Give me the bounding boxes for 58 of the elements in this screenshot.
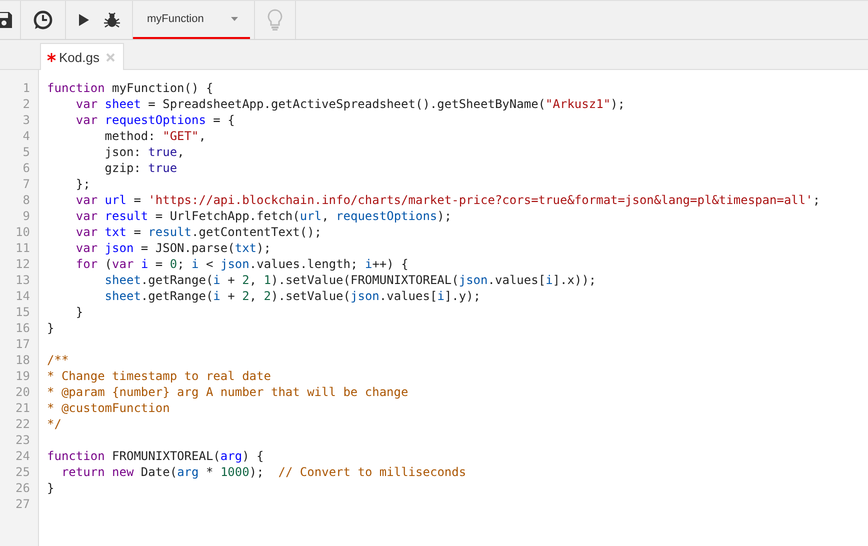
code-line: }; — [74, 177, 90, 191]
bug-icon[interactable] — [104, 12, 120, 28]
line-number: 25 — [14, 464, 31, 480]
file-tab[interactable]: Kod.gs — [40, 43, 124, 70]
code-line: } — [74, 305, 84, 319]
line-number: 2 — [22, 96, 31, 112]
code-line: } — [47, 321, 54, 335]
line-number: 15 — [14, 304, 31, 320]
code-line: var json = JSON.parse(txt); — [74, 241, 271, 255]
code-line: gzip: true — [104, 161, 178, 175]
code-line: } — [47, 481, 54, 495]
line-number: 6 — [22, 160, 31, 176]
code-line: function myFunction() { — [47, 81, 214, 95]
save-icon[interactable] — [0, 11, 13, 29]
unsaved-icon — [47, 52, 56, 62]
code-line: var txt = result.getContentText(); — [74, 225, 322, 239]
code-line: * Change timestamp to real date — [47, 369, 271, 383]
code-line: * @customFunction — [47, 401, 170, 415]
line-number: 20 — [14, 384, 31, 400]
clock-icon[interactable] — [33, 10, 53, 30]
line-number: 19 — [14, 368, 31, 384]
line-number: 12 — [14, 256, 31, 272]
line-number: 11 — [14, 240, 31, 256]
line-number: 26 — [14, 480, 31, 496]
line-number: 4 — [22, 128, 31, 144]
line-number: 5 — [22, 144, 31, 160]
code-line: */ — [47, 417, 62, 431]
line-number: 1 — [22, 80, 31, 96]
code-line: method: "GET", — [104, 129, 206, 143]
line-number: 23 — [14, 432, 31, 448]
code-line: var url = 'https://api.blockchain.info/charts/market-price?cors=true&format=json&lang=pl&timespan=all'; — [74, 193, 820, 207]
line-number: 9 — [22, 208, 31, 224]
line-number: 7 — [22, 176, 31, 192]
code-line: sheet.getRange(i + 2, 2).setValue(json.values[i].y); — [104, 289, 481, 303]
line-number: 22 — [14, 416, 31, 432]
line-number: 21 — [14, 400, 31, 416]
code-line: var sheet = SpreadsheetApp.getActiveSpreadsheet().getSheetByName("Arkusz1"); — [74, 97, 625, 111]
line-number: 16 — [14, 320, 31, 336]
code-line: for (var i = 0; i < json.values.length; i++) { — [74, 257, 408, 271]
line-number: 27 — [14, 496, 31, 512]
line-number: 3 — [22, 112, 31, 128]
code-line: function FROMUNIXTOREAL(arg) { — [47, 449, 264, 463]
line-number: 8 — [22, 192, 31, 208]
code-line: * @param {number} arg A number that will be change — [47, 385, 408, 399]
caret-icon — [231, 17, 238, 21]
code-line: return new Date(arg * 1000); // Convert to milliseconds — [60, 465, 466, 479]
code-line: json: true, — [104, 145, 184, 159]
code-line: /** — [47, 353, 69, 367]
line-number: 10 — [14, 224, 31, 240]
line-number: 13 — [14, 272, 31, 288]
code-line: sheet.getRange(i + 2, 1).setValue(FROMUNIXTOREAL(json.values[i].x)); — [104, 273, 596, 287]
code-line: var result = UrlFetchApp.fetch(url, requestOptions); — [74, 209, 452, 223]
line-number: 24 — [14, 448, 31, 464]
play-icon[interactable] — [78, 13, 90, 27]
line-number: 17 — [14, 336, 31, 352]
line-number: 18 — [14, 352, 31, 368]
code-line: var requestOptions = { — [74, 113, 235, 127]
line-number: 14 — [14, 288, 31, 304]
